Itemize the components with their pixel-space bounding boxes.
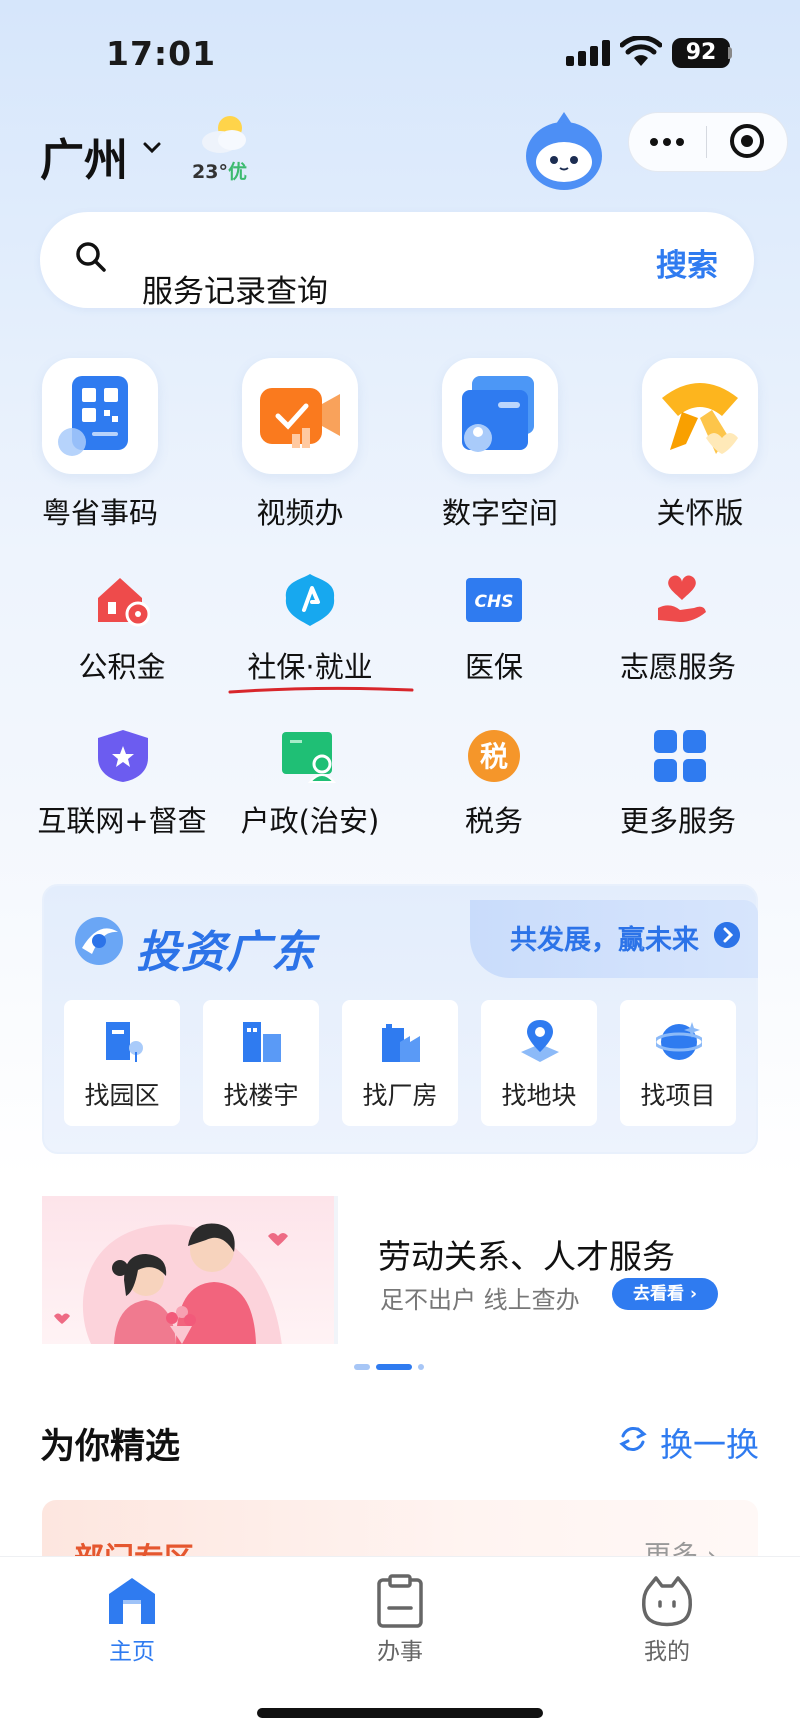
clipboard-icon[interactable]	[373, 1574, 427, 1628]
housing-fund-icon[interactable]	[94, 572, 150, 628]
home-icon[interactable]	[105, 1574, 159, 1628]
chevron-down-icon[interactable]	[142, 138, 162, 158]
refresh-icon[interactable]	[618, 1424, 648, 1454]
service-tile-care[interactable]	[642, 358, 758, 474]
banner-divider	[334, 1196, 338, 1344]
service-label[interactable]: 志愿服务	[578, 644, 778, 686]
land-pin-icon	[521, 1020, 559, 1062]
service-label[interactable]: 更多服务	[578, 798, 778, 840]
park-icon	[106, 1022, 143, 1062]
chevron-right-icon: ›	[689, 1284, 697, 1304]
invest-item-park[interactable]: 找园区	[64, 1000, 180, 1126]
factory-icon	[382, 1024, 420, 1062]
service-label[interactable]: 公积金	[22, 644, 222, 686]
status-time: 17:01	[106, 34, 217, 73]
city-selector[interactable]: 广州	[40, 124, 128, 188]
service-label[interactable]: 税务	[394, 798, 594, 840]
more-dots-icon[interactable]	[650, 136, 686, 148]
building-icon	[243, 1022, 281, 1062]
service-tile-digital-space[interactable]	[442, 358, 558, 474]
service-label[interactable]: 户政(治安)	[210, 798, 410, 840]
invest-slogan[interactable]: 共发展，赢未来	[510, 918, 699, 957]
shield-star-icon[interactable]	[96, 728, 150, 784]
service-label: 关怀版	[656, 496, 744, 530]
service-label: 粤省事码	[41, 496, 158, 530]
household-id-icon[interactable]	[280, 728, 338, 784]
project-icon	[656, 1022, 702, 1060]
tax-icon[interactable]: 税	[466, 728, 522, 784]
banner-go-button[interactable]: 去看看 ›	[612, 1278, 718, 1310]
invest-item-factory[interactable]: 找厂房	[342, 1000, 458, 1126]
sun-cloud-icon	[202, 116, 246, 153]
mascot-assistant-icon[interactable]	[522, 110, 606, 192]
handwritten-underline	[228, 686, 414, 694]
volunteer-heart-icon[interactable]	[654, 572, 710, 628]
svg-text:税: 税	[480, 740, 508, 773]
tab-mine[interactable]: 我的	[617, 1632, 717, 1666]
couple-illustration	[42, 1196, 334, 1344]
service-label[interactable]: 互联网+督查	[22, 798, 222, 840]
invest-item-land[interactable]: 找地块	[481, 1000, 597, 1126]
grid-more-icon[interactable]	[654, 730, 706, 782]
banner-title: 劳动关系、人才服务	[378, 1237, 675, 1276]
service-label: 数字空间	[441, 496, 558, 530]
invest-item-project[interactable]: 找项目	[620, 1000, 736, 1126]
medical-insurance-icon[interactable]: CHS	[466, 576, 522, 624]
refresh-button[interactable]: 换一换	[660, 1418, 759, 1466]
video-camera-icon	[260, 388, 340, 448]
cellular-signal-icon	[566, 40, 610, 66]
battery-indicator: 92	[672, 38, 730, 68]
service-tile-qr-code[interactable]	[42, 358, 158, 474]
service-tile-video[interactable]	[242, 358, 358, 474]
tab-home[interactable]: 主页	[82, 1632, 182, 1666]
weather-readout: 23°优	[192, 157, 247, 184]
weather-aqi: 优	[227, 161, 247, 183]
qr-code-icon	[58, 376, 128, 456]
invest-item-building[interactable]: 找楼宇	[203, 1000, 319, 1126]
invest-title: 投资广东	[136, 927, 316, 978]
weather-temp: 23°	[192, 161, 228, 183]
care-ribbon-icon	[662, 383, 738, 454]
banner-subtitle: 足不出户 线上查办	[380, 1286, 580, 1314]
search-input[interactable]: 服务记录查询	[142, 266, 328, 311]
capsule-divider	[706, 126, 707, 158]
wifi-icon	[620, 36, 662, 66]
social-security-icon[interactable]	[282, 572, 338, 628]
picks-section-title: 为你精选	[40, 1427, 181, 1467]
search-button[interactable]: 搜索	[656, 240, 718, 285]
service-label[interactable]: 医保	[394, 644, 594, 686]
chevron-right-circle-icon[interactable]	[714, 922, 740, 948]
home-indicator	[257, 1708, 543, 1718]
digital-space-icon	[462, 376, 534, 452]
close-target-icon[interactable]	[730, 124, 764, 158]
service-label: 视频办	[256, 496, 344, 530]
banner-go-label: 去看看	[633, 1284, 685, 1304]
battery-tip	[728, 47, 732, 59]
svg-text:CHS: CHS	[475, 592, 514, 612]
profile-face-icon[interactable]	[640, 1574, 694, 1628]
search-icon	[76, 242, 106, 272]
invest-logo-icon	[75, 917, 123, 965]
service-label[interactable]: 社保·就业	[210, 644, 410, 686]
tab-affairs[interactable]: 办事	[350, 1632, 450, 1666]
carousel-dots	[354, 1364, 434, 1372]
